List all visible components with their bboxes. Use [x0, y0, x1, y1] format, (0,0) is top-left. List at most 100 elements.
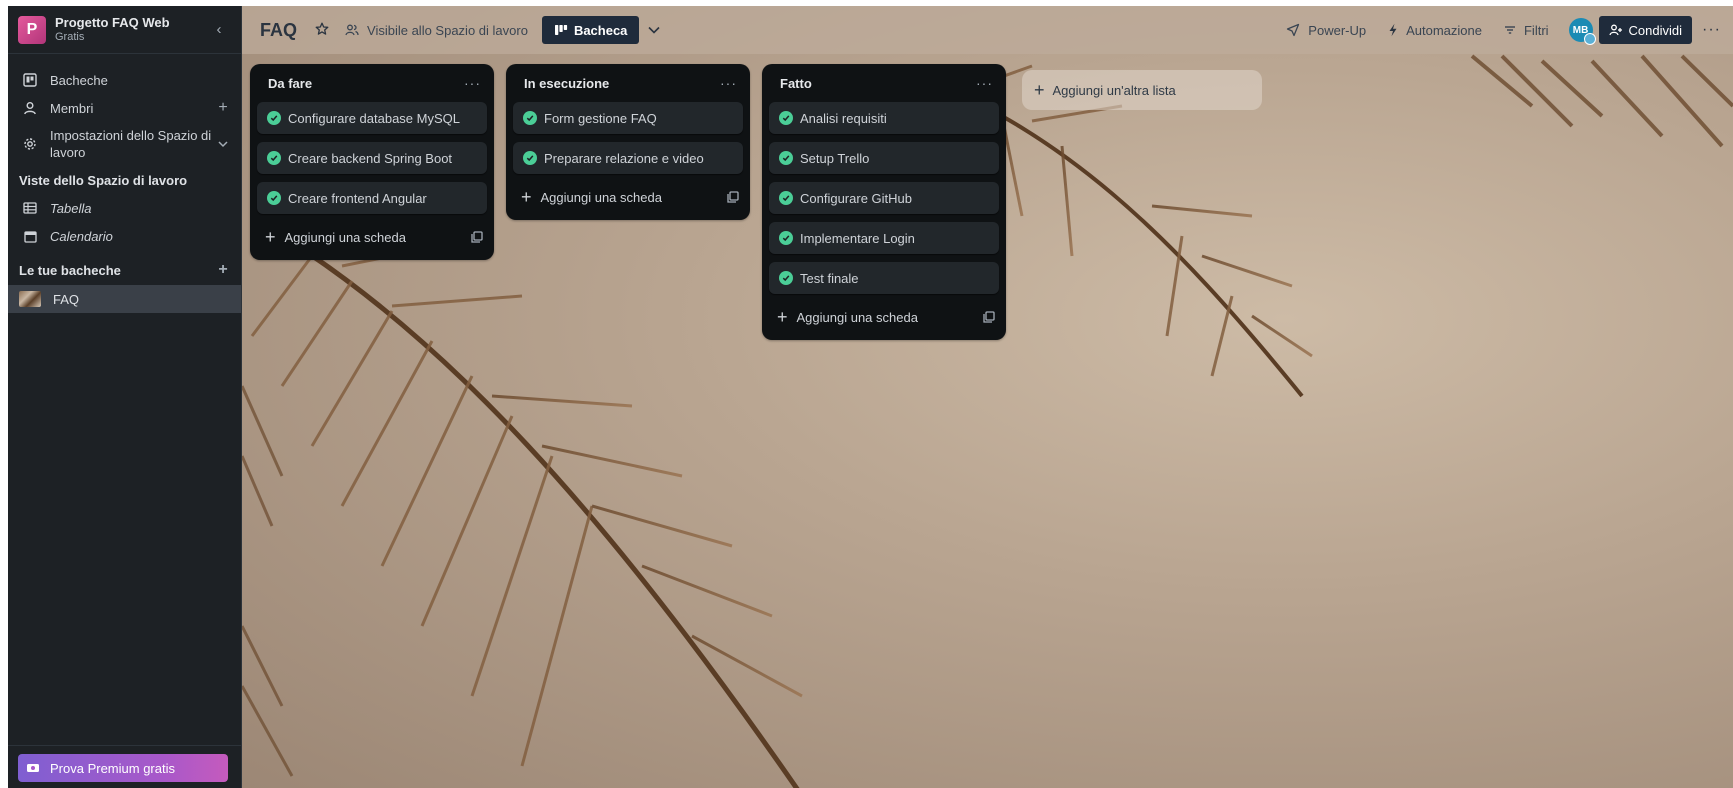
check-circle-icon[interactable]	[779, 191, 793, 205]
try-premium-button[interactable]: Prova Premium gratis	[18, 754, 228, 782]
plus-icon: +	[218, 261, 228, 278]
card[interactable]: Test finale	[769, 262, 999, 294]
plus-icon: +	[1034, 79, 1045, 100]
card[interactable]: Form gestione FAQ	[513, 102, 743, 134]
star-button[interactable]	[315, 22, 329, 39]
collapse-sidebar-button[interactable]: ‹	[207, 21, 231, 38]
plus-icon: +	[265, 227, 276, 247]
chevron-left-icon: ‹	[216, 21, 222, 38]
admin-badge-icon	[1583, 33, 1596, 45]
card[interactable]: Setup Trello	[769, 142, 999, 174]
sidebar: P Progetto FAQ Web Gratis ‹ Bacheche Mem…	[8, 6, 242, 788]
powerup-label: Power-Up	[1308, 22, 1367, 38]
sidebar-item-label: Bacheche	[50, 72, 108, 88]
card[interactable]: Analisi requisiti	[769, 102, 999, 134]
add-list-label: Aggiungi un'altra lista	[1052, 82, 1176, 98]
workspace-plan: Gratis	[55, 30, 85, 43]
board-title[interactable]: FAQ	[260, 20, 297, 41]
card[interactable]: Implementare Login	[769, 222, 999, 254]
board-canvas: FAQ Visibile allo Spazio di lavoro Bache…	[242, 6, 1733, 788]
chevron-down-icon	[217, 135, 229, 152]
card[interactable]: Creare frontend Angular	[257, 182, 487, 214]
check-circle-icon[interactable]	[267, 191, 281, 205]
add-person-icon	[1608, 24, 1623, 36]
sidebar-item-label: Membri	[50, 100, 94, 116]
sidebar-board-faq[interactable]: FAQ	[8, 285, 241, 313]
list-title[interactable]: In esecuzione	[524, 76, 720, 91]
card[interactable]: Preparare relazione e video	[513, 142, 743, 174]
list-header[interactable]: Fatto ···	[769, 72, 999, 94]
template-icon[interactable]	[727, 191, 739, 203]
list-header[interactable]: Da fare ···	[257, 72, 487, 94]
add-card-button[interactable]: + Aggiungi una scheda	[513, 182, 743, 212]
visibility-button[interactable]: Visibile allo Spazio di lavoro	[345, 23, 528, 38]
workspace-header: P Progetto FAQ Web Gratis ‹	[8, 6, 241, 54]
more-icon: ···	[720, 75, 737, 91]
automation-button[interactable]: Automazione	[1388, 23, 1482, 38]
share-button[interactable]: Condividi	[1598, 16, 1693, 44]
more-icon: ···	[1702, 21, 1721, 38]
list-menu-button[interactable]: ···	[464, 75, 481, 91]
expand-settings-button[interactable]	[215, 135, 231, 153]
check-circle-icon[interactable]	[267, 151, 281, 165]
card-title: Setup Trello	[800, 150, 870, 166]
premium-label: Prova Premium gratis	[50, 760, 175, 776]
header-actions: Power-Up Automazione Filtri MB Condividi…	[1286, 16, 1721, 45]
plus-icon: +	[521, 187, 532, 207]
sidebar-item-label: Calendario	[50, 228, 113, 244]
add-member-button[interactable]: +	[215, 99, 231, 117]
list-menu-button[interactable]: ···	[720, 75, 737, 91]
sidebar-item-table[interactable]: Tabella	[8, 194, 241, 222]
template-icon[interactable]	[983, 311, 995, 323]
card-title: Test finale	[800, 270, 859, 286]
premium-icon	[26, 762, 40, 774]
add-card-label: Aggiungi una scheda	[796, 309, 918, 325]
board-menu-button[interactable]: ···	[1702, 21, 1721, 39]
list-title[interactable]: Fatto	[780, 76, 976, 91]
add-board-button[interactable]: +	[215, 261, 231, 279]
switch-view-dropdown[interactable]	[647, 23, 661, 38]
list-menu-button[interactable]: ···	[976, 75, 993, 91]
card[interactable]: Creare backend Spring Boot	[257, 142, 487, 174]
check-circle-icon[interactable]	[523, 111, 537, 125]
your-boards-title: Le tue bacheche +	[8, 256, 241, 284]
people-icon	[345, 24, 359, 36]
list-header[interactable]: In esecuzione ···	[513, 72, 743, 94]
sidebar-item-settings[interactable]: Impostazioni dello Spazio di lavoro	[8, 122, 241, 166]
workspace-info: Progetto FAQ Web Gratis	[55, 15, 207, 45]
card[interactable]: Configurare database MySQL	[257, 102, 487, 134]
list-da-fare: Da fare ··· Configurare database MySQL C…	[250, 64, 494, 260]
card[interactable]: Configurare GitHub	[769, 182, 999, 214]
rocket-icon	[1286, 23, 1300, 37]
template-icon[interactable]	[471, 231, 483, 243]
avatar[interactable]: MB	[1568, 18, 1596, 45]
workspace-logo[interactable]: P	[18, 15, 46, 44]
card-title: Form gestione FAQ	[544, 110, 657, 126]
powerup-button[interactable]: Power-Up	[1286, 23, 1366, 38]
section-title-label: Viste dello Spazio di lavoro	[19, 172, 188, 188]
share-label: Condividi	[1628, 22, 1683, 38]
check-circle-icon[interactable]	[779, 111, 793, 125]
sidebar-item-members[interactable]: Membri +	[8, 94, 241, 122]
add-card-button[interactable]: + Aggiungi una scheda	[257, 222, 487, 252]
check-circle-icon[interactable]	[779, 231, 793, 245]
visibility-label: Visibile allo Spazio di lavoro	[367, 22, 528, 38]
add-card-label: Aggiungi una scheda	[284, 229, 406, 245]
sidebar-item-label: Tabella	[50, 200, 92, 216]
check-circle-icon[interactable]	[267, 111, 281, 125]
add-card-button[interactable]: + Aggiungi una scheda	[769, 302, 999, 332]
board-view-button[interactable]: Bacheca	[541, 16, 640, 44]
check-circle-icon[interactable]	[779, 151, 793, 165]
check-circle-icon[interactable]	[523, 151, 537, 165]
list-fatto: Fatto ··· Analisi requisiti Setup Trello…	[762, 64, 1006, 340]
add-card-label: Aggiungi una scheda	[540, 189, 662, 205]
add-list-button[interactable]: + Aggiungi un'altra lista	[1022, 70, 1262, 110]
check-circle-icon[interactable]	[779, 271, 793, 285]
filters-button[interactable]: Filtri	[1504, 23, 1549, 38]
star-icon	[315, 22, 329, 39]
sidebar-divider	[8, 745, 241, 746]
sidebar-item-calendar[interactable]: Calendario	[8, 222, 241, 250]
list-title[interactable]: Da fare	[268, 76, 464, 91]
workspace-name[interactable]: Progetto FAQ Web	[55, 15, 207, 30]
sidebar-item-boards[interactable]: Bacheche	[8, 66, 241, 94]
